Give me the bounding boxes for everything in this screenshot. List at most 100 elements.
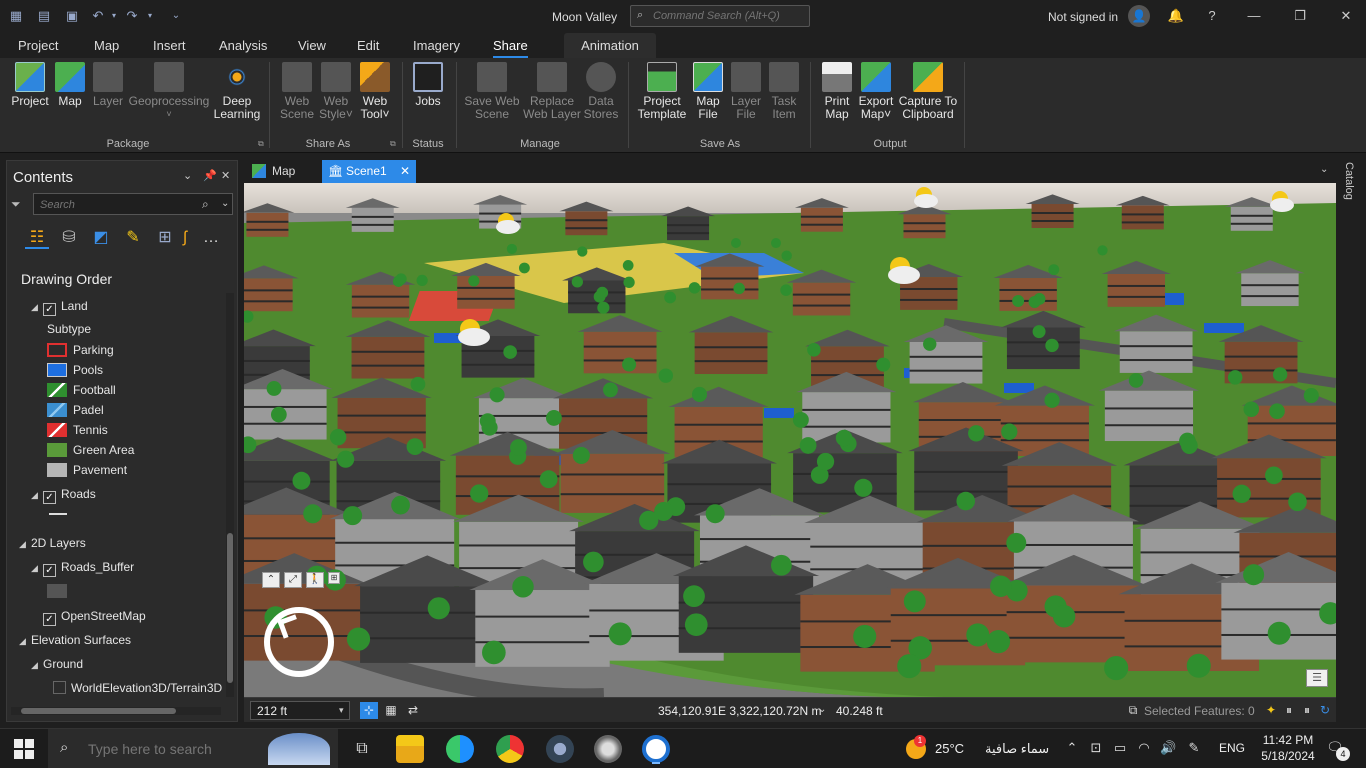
list-by-labeling-icon[interactable]: ʃ	[179, 227, 191, 249]
layer-openstreetmap[interactable]: ✓ OpenStreetMap	[43, 607, 146, 626]
scene-render[interactable]	[244, 183, 1336, 697]
file-explorer-icon[interactable]	[396, 735, 424, 763]
temperature[interactable]: 25°C	[935, 741, 964, 756]
notification-bell-icon[interactable]: 🔔	[1166, 6, 1186, 26]
open-project-icon[interactable]: ▤	[36, 8, 52, 24]
clock-time[interactable]: 11:42 PM	[1258, 733, 1318, 747]
dropdown-arrow-icon[interactable]: ▾	[339, 705, 344, 716]
list-by-snapping-icon[interactable]: ⊞	[153, 227, 177, 249]
customize-toolbar-icon[interactable]: ⌄	[168, 8, 184, 24]
volume-icon[interactable]: 🔊	[1160, 740, 1176, 756]
tab-analysis[interactable]: Analysis	[219, 38, 267, 53]
sync-views-icon[interactable]: ⇄	[404, 702, 422, 719]
share-project-button[interactable]: Project	[8, 62, 52, 108]
scene-overview-icon[interactable]: ☰	[1306, 669, 1328, 687]
layer-land[interactable]: ◢ ✓ Land	[31, 297, 88, 316]
subtype-item-pools[interactable]: Pools	[47, 361, 103, 379]
subtype-item-tennis[interactable]: Tennis	[47, 421, 108, 439]
help-button[interactable]: ?	[1202, 6, 1222, 26]
visibility-checkbox[interactable]: ✓	[43, 303, 56, 316]
search-icon[interactable]: ⌕	[202, 197, 209, 212]
redo-icon[interactable]: ↷	[124, 8, 140, 24]
export-map-button[interactable]: Export Map˅	[856, 62, 896, 121]
command-search-input[interactable]	[653, 8, 803, 24]
scene-view[interactable]: ⌃ ⤢ 🚶 ⊞ ☰	[244, 183, 1336, 697]
expand-icon[interactable]: ◢	[31, 559, 43, 577]
map-file-button[interactable]: Map File	[692, 62, 724, 121]
navigator-expand-icon[interactable]: ⊞	[328, 572, 340, 584]
scroll-thumb[interactable]	[227, 533, 233, 683]
contents-horizontal-scrollbar[interactable]	[11, 707, 221, 715]
command-search[interactable]: ⌕	[630, 5, 810, 27]
task-view-icon[interactable]: ⧉	[348, 735, 376, 763]
pen-icon[interactable]: ✎	[1186, 740, 1202, 756]
snapping-icon[interactable]: ✦	[1262, 702, 1280, 719]
scale-dropdown[interactable]: 212 ft ▾	[250, 701, 350, 720]
tab-share[interactable]: Share	[493, 38, 528, 58]
refresh-icon[interactable]: ↻	[1316, 702, 1334, 719]
navigator-control[interactable]	[264, 607, 334, 677]
restore-button[interactable]: ❐	[1290, 6, 1310, 26]
web-tool-button[interactable]: Web Tool˅	[356, 62, 394, 121]
pin-icon[interactable]: 📌	[203, 169, 217, 182]
package-launcher-icon[interactable]: ⧉	[258, 139, 264, 149]
chrome-browser-icon[interactable]	[496, 735, 524, 763]
contents-search[interactable]: ⌕ ⌄	[33, 193, 233, 215]
layer-roads[interactable]: ◢ ✓ Roads	[31, 485, 96, 504]
expand-icon[interactable]: ◢	[19, 632, 31, 650]
clock-date[interactable]: 5/18/2024	[1255, 749, 1321, 763]
edge-browser-icon[interactable]	[446, 735, 474, 763]
contents-search-input[interactable]	[40, 197, 200, 212]
taskbar-search-input[interactable]	[88, 739, 288, 759]
subtype-item-pavement[interactable]: Pavement	[47, 461, 127, 479]
list-by-editing-icon[interactable]: ✎	[121, 227, 145, 249]
catalog-side-tab[interactable]: Catalog	[1340, 160, 1360, 220]
expand-icon[interactable]: ◢	[31, 298, 43, 316]
share-map-button[interactable]: Map	[54, 62, 86, 108]
visibility-checkbox[interactable]	[53, 681, 66, 694]
layer-terrain3d[interactable]: WorldElevation3D/Terrain3D	[53, 679, 222, 697]
tab-insert[interactable]: Insert	[153, 38, 186, 53]
tab-edit[interactable]: Edit	[357, 38, 379, 53]
input-language[interactable]: ENG	[1219, 741, 1245, 755]
undo-dropdown-icon[interactable]: ▾	[106, 8, 122, 24]
list-by-selection-icon[interactable]: ◩	[89, 227, 113, 249]
expand-icon[interactable]: ◢	[19, 535, 31, 553]
navigator-person-icon[interactable]: 🚶	[306, 572, 324, 588]
group-2d-layers[interactable]: ◢ 2D Layers	[19, 534, 86, 552]
close-pane-icon[interactable]: ✕	[221, 169, 230, 182]
navigator-up-icon[interactable]: ⌃	[262, 572, 280, 588]
visibility-checkbox[interactable]: ✓	[43, 613, 56, 626]
arcgis-earth-icon[interactable]	[546, 735, 574, 763]
subtype-item-football[interactable]: Football	[47, 381, 116, 399]
close-tab-icon[interactable]: ✕	[400, 164, 410, 178]
view-navigation-toggle-icon[interactable]: ⊹	[360, 702, 378, 719]
navigator-fullextent-icon[interactable]: ⤢	[284, 572, 302, 588]
scroll-thumb[interactable]	[21, 708, 176, 714]
arcgis-pro-active-icon[interactable]	[642, 735, 670, 764]
wifi-icon[interactable]: ◠	[1136, 740, 1152, 756]
visibility-checkbox[interactable]: ✓	[43, 491, 56, 504]
list-by-drawing-order-icon[interactable]: ☷	[25, 227, 49, 249]
tab-map[interactable]: Map	[94, 38, 119, 53]
layer-roads-buffer[interactable]: ◢ ✓ Roads_Buffer	[31, 558, 134, 577]
contents-vertical-scrollbar[interactable]	[226, 293, 234, 697]
group-elevation-surfaces[interactable]: ◢ Elevation Surfaces	[19, 631, 131, 649]
windows-start-icon[interactable]	[14, 739, 34, 759]
save-icon[interactable]: ▣	[64, 8, 80, 24]
tab-imagery[interactable]: Imagery	[413, 38, 460, 53]
undo-icon[interactable]: ↶	[90, 8, 106, 24]
show-hidden-icons-chevron-icon[interactable]: ⌃	[1064, 740, 1080, 756]
close-window-button[interactable]: ✕	[1336, 6, 1356, 26]
pause-drawing-icon[interactable]: ⏸	[1280, 702, 1298, 719]
view-tab-scene1[interactable]: 🏛 Scene1 ✕	[322, 160, 417, 183]
subtype-item-green-area[interactable]: Green Area	[47, 441, 134, 459]
minimize-button[interactable]: —	[1244, 6, 1264, 26]
jobs-button[interactable]: Jobs	[410, 62, 446, 108]
weather-description[interactable]: سماء صافية	[985, 741, 1049, 757]
redo-dropdown-icon[interactable]: ▾	[142, 8, 158, 24]
visibility-checkbox[interactable]: ✓	[43, 564, 56, 577]
tab-project[interactable]: Project	[18, 38, 58, 53]
pause-icon[interactable]: ⏸	[1298, 702, 1316, 719]
sign-in-status[interactable]: Not signed in	[1048, 10, 1118, 24]
